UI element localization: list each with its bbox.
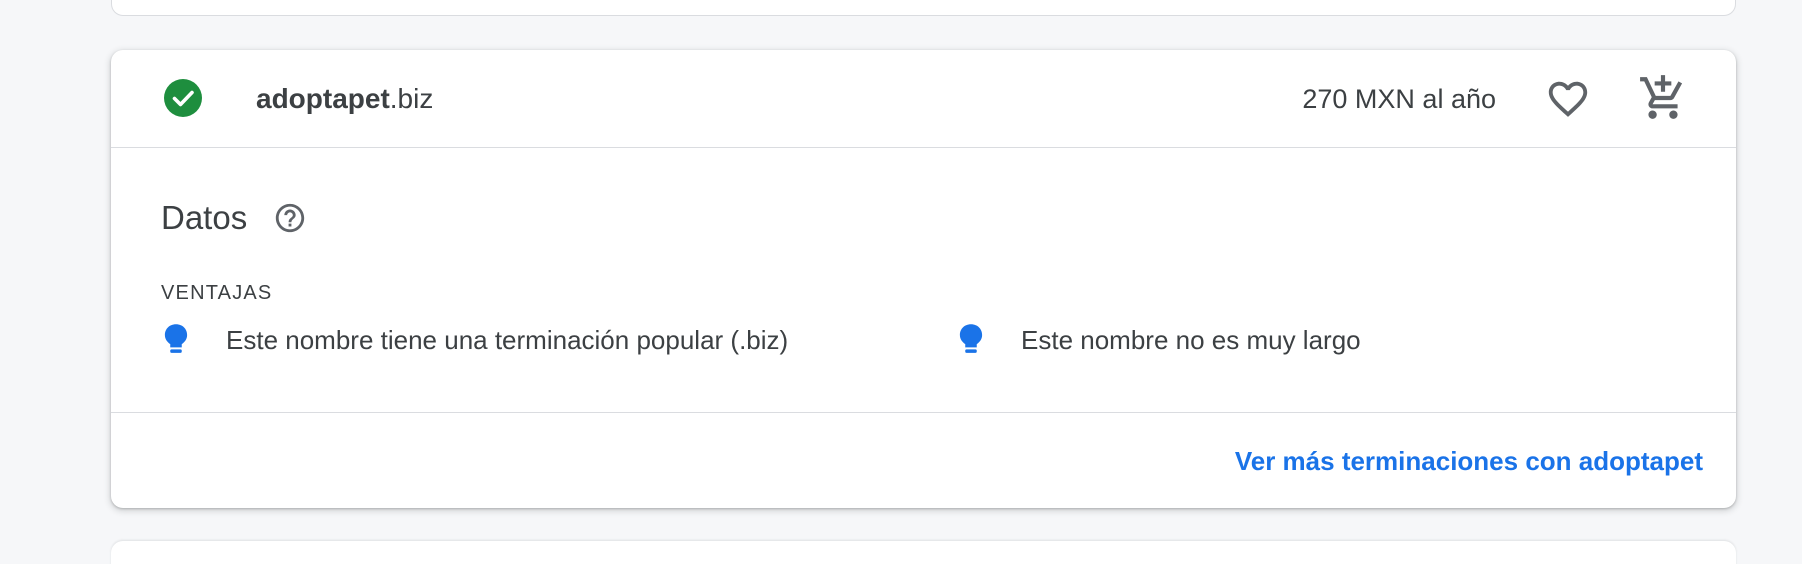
domain-result-header[interactable]: adoptapet.biz 270 MXN al año (111, 50, 1736, 148)
domain-name: adoptapet.biz (256, 80, 433, 118)
check-circle-icon (164, 79, 202, 117)
benefits-label: VENTAJAS (161, 282, 273, 304)
details-title: Datos (161, 199, 248, 236)
lightbulb-icon (164, 324, 188, 353)
heart-outline-icon[interactable] (1545, 76, 1591, 122)
domain-result-footer: Ver más terminaciones con adoptapet (111, 413, 1736, 508)
next-result-card (111, 541, 1736, 564)
domain-result-card: adoptapet.biz 270 MXN al año Datos VENTA… (111, 50, 1736, 508)
domain-label: adoptapet (256, 83, 390, 114)
domain-price: 270 MXN al año (1302, 84, 1496, 114)
benefit-text: Este nombre no es muy largo (1021, 325, 1361, 355)
add-shopping-cart-icon[interactable] (1638, 73, 1688, 123)
search-results-area: adoptapet.biz 270 MXN al año Datos VENTA… (0, 0, 1802, 564)
domain-tld: .biz (389, 83, 434, 114)
previous-result-card (111, 0, 1736, 16)
help-circle-icon[interactable] (273, 201, 307, 235)
benefit-text: Este nombre tiene una terminación popula… (226, 325, 789, 355)
domain-details-section: Datos VENTAJAS Este nombre tiene una ter… (111, 148, 1736, 413)
lightbulb-icon (959, 324, 983, 353)
more-extensions-link[interactable]: Ver más terminaciones con adoptapet (1235, 443, 1703, 479)
